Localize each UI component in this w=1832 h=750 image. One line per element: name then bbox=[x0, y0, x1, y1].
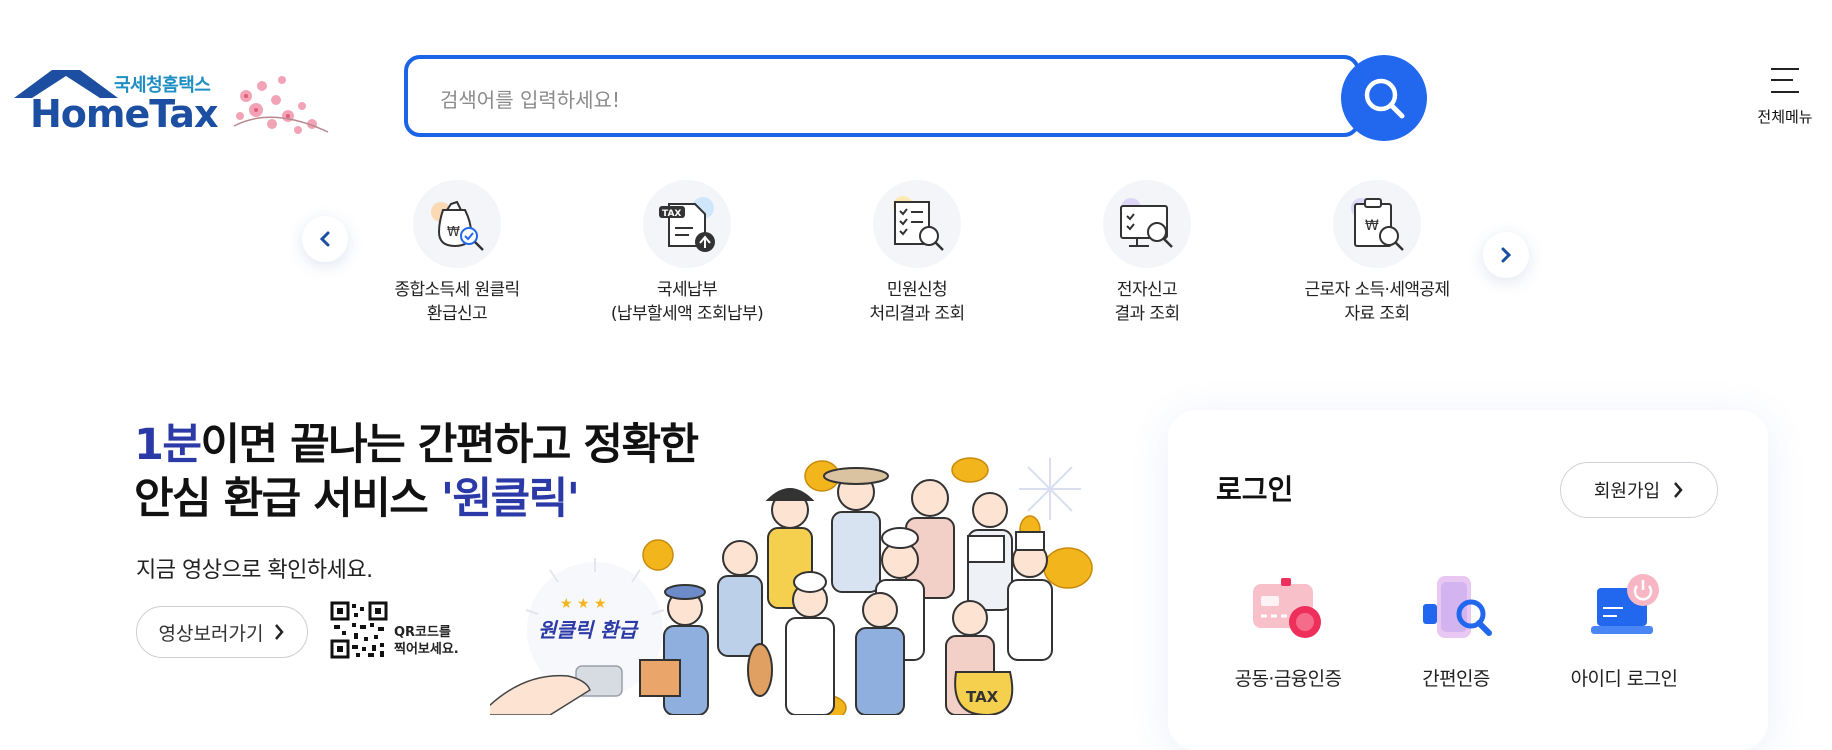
quick-menu-label-line1: 종합소득세 원클릭 bbox=[394, 280, 520, 300]
chevron-right-icon bbox=[1674, 482, 1683, 498]
qr-caption: QR코드를 찍어보세요. bbox=[394, 624, 459, 658]
checklist-search-icon bbox=[873, 180, 961, 268]
money-bag-search-icon: ₩ bbox=[413, 180, 501, 268]
monitor-search-icon bbox=[1103, 180, 1191, 268]
promo-subtitle: 지금 영상으로 확인하세요. bbox=[136, 558, 373, 583]
id-login-label: 아이디 로그인 bbox=[1570, 668, 1678, 690]
search-box bbox=[404, 55, 1360, 137]
quick-menu-label-line1: 민원신청 bbox=[886, 280, 948, 300]
bag-text: TAX bbox=[966, 688, 999, 706]
certificate-login-option[interactable]: 공동·금융인증 bbox=[1208, 570, 1368, 691]
logo-title: HomeTax bbox=[30, 92, 218, 136]
svg-text:₩: ₩ bbox=[1365, 218, 1379, 234]
simple-auth-login-option[interactable]: 간편인증 bbox=[1376, 570, 1536, 691]
laptop-power-icon bbox=[1579, 570, 1669, 650]
quick-menu-label-line1: 국세납부 bbox=[656, 280, 718, 300]
quick-menu-label-line2: 처리결과 조회 bbox=[869, 304, 965, 324]
quick-menu-item-e-filing[interactable]: 전자신고 결과 조회 bbox=[1052, 180, 1242, 326]
quick-menu-label-line2: 자료 조회 bbox=[1344, 304, 1411, 324]
hometax-logo[interactable]: 국세청홈택스 HomeTax bbox=[14, 62, 329, 142]
qr-code-image bbox=[330, 601, 388, 659]
chevron-left-icon bbox=[319, 231, 330, 247]
simple-auth-label: 간편인증 bbox=[1422, 668, 1490, 690]
qr-caption-line2: 찍어보세요. bbox=[394, 642, 459, 657]
id-login-option[interactable]: 아이디 로그인 bbox=[1544, 570, 1704, 691]
search-icon bbox=[1364, 78, 1405, 119]
badge-text: 원클릭 환급 bbox=[538, 618, 640, 642]
svg-text:TAX: TAX bbox=[662, 209, 681, 219]
tax-document-upload-icon: TAX bbox=[643, 180, 731, 268]
sign-up-button[interactable]: 회원가입 bbox=[1560, 462, 1718, 518]
cherry-blossom-icon bbox=[233, 76, 329, 134]
quick-menu-item-tax-payment[interactable]: TAX 국세납부 (납부할세액 조회납부) bbox=[592, 180, 782, 326]
clipboard-search-icon: ₩ bbox=[1333, 180, 1421, 268]
quick-menu-label-line1: 전자신고 bbox=[1116, 280, 1178, 300]
certificate-card-icon bbox=[1243, 570, 1333, 650]
quick-menu-item-deduction-data[interactable]: ₩ 근로자 소득·세액공제 자료 조회 bbox=[1282, 180, 1472, 326]
headline-emphasis: 1분 bbox=[134, 420, 202, 470]
all-menu-button[interactable]: 전체메뉴 bbox=[1750, 66, 1820, 127]
search-bar bbox=[404, 55, 1427, 141]
hamburger-menu-icon bbox=[1771, 68, 1799, 93]
quick-menu-item-civil-complaint[interactable]: 민원신청 처리결과 조회 bbox=[822, 180, 1012, 326]
svg-text:★ ★ ★: ★ ★ ★ bbox=[560, 596, 607, 612]
quick-menu-prev-button[interactable] bbox=[302, 216, 348, 262]
watch-video-button[interactable]: 영상보러가기 bbox=[136, 606, 308, 658]
svg-text:₩: ₩ bbox=[447, 225, 460, 240]
chevron-right-icon bbox=[275, 624, 285, 640]
phone-search-icon bbox=[1411, 570, 1501, 650]
headline-line2: 안심 환급 서비스 bbox=[134, 474, 441, 524]
chevron-right-icon bbox=[1501, 247, 1512, 263]
login-title: 로그인 bbox=[1216, 473, 1294, 506]
watch-video-label: 영상보러가기 bbox=[158, 622, 264, 645]
login-card: 로그인 회원가입 공동·금융인증 간편인증 아이디 로그인 bbox=[1168, 410, 1768, 750]
search-input[interactable] bbox=[438, 79, 1302, 121]
quick-menu-label-line2: 환급신고 bbox=[426, 304, 488, 324]
quick-menu-item-refund[interactable]: ₩ 종합소득세 원클릭 환급신고 bbox=[362, 180, 552, 326]
quick-menu-next-button[interactable] bbox=[1483, 232, 1529, 278]
quick-menu-label-line1: 근로자 소득·세액공제 bbox=[1304, 280, 1451, 300]
search-button[interactable] bbox=[1341, 55, 1427, 141]
qr-caption-line1: QR코드를 bbox=[394, 625, 451, 640]
all-menu-label: 전체메뉴 bbox=[1757, 108, 1813, 126]
sign-up-label: 회원가입 bbox=[1593, 481, 1661, 502]
quick-menu-label-line2: (납부할세액 조회납부) bbox=[610, 304, 764, 324]
quick-menu-label-line2: 결과 조회 bbox=[1114, 304, 1181, 324]
refund-illustration: ★ ★ ★ 원클릭 환급 TAX bbox=[490, 457, 1093, 715]
certificate-login-label: 공동·금융인증 bbox=[1234, 668, 1342, 690]
